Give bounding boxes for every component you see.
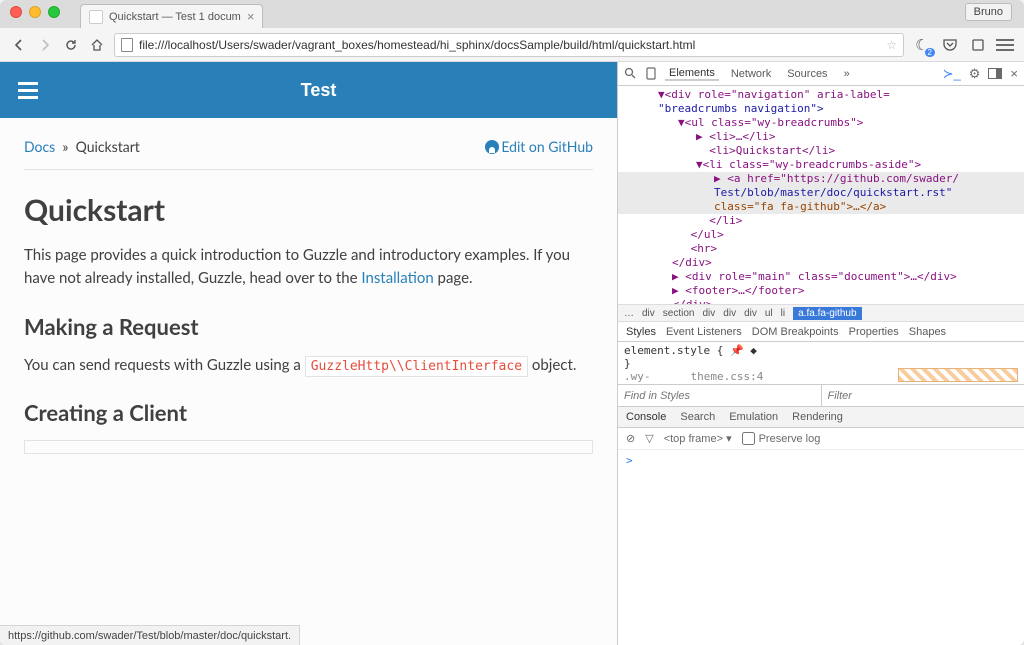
- forward-button[interactable]: [36, 36, 54, 54]
- device-mode-icon[interactable]: [645, 67, 657, 80]
- favicon-icon: [89, 10, 103, 24]
- url-text: file:///localhost/Users/swader/vagrant_b…: [139, 38, 695, 52]
- filter-funnel-icon[interactable]: ▽: [645, 432, 653, 445]
- devtools-close-icon[interactable]: ×: [1010, 66, 1018, 81]
- tab-title: Quickstart — Test 1 docum: [109, 11, 241, 23]
- drawer-tab-rendering[interactable]: Rendering: [792, 411, 843, 423]
- page-body: Docs » Quickstart Edit on GitHub Quickst…: [0, 118, 617, 645]
- drawer-tab-console[interactable]: Console: [626, 411, 666, 423]
- styles-filter-row: [618, 384, 1024, 406]
- intro-paragraph: This page provides a quick introduction …: [24, 244, 593, 291]
- close-window-button[interactable]: [10, 6, 22, 18]
- styles-pane[interactable]: element.style { 📌 ◆ } .wy-theme.css:4: [618, 342, 1024, 384]
- dom-breadcrumb-active[interactable]: a.fa.fa-github: [793, 307, 861, 320]
- chrome-menu-button[interactable]: [996, 39, 1014, 51]
- styles-tabstrip: Styles Event Listeners DOM Breakpoints P…: [618, 322, 1024, 342]
- styles-tab-shapes[interactable]: Shapes: [909, 326, 946, 338]
- breadcrumb-sep: »: [62, 138, 68, 155]
- dom-tree[interactable]: ▼<div role="navigation" aria-label= "bre…: [618, 86, 1024, 304]
- section-making-request: Making a Request: [24, 313, 593, 340]
- devtools-tab-network[interactable]: Network: [727, 68, 775, 80]
- styles-tab-styles[interactable]: Styles: [626, 326, 656, 338]
- breadcrumb-root-link[interactable]: Docs: [24, 138, 55, 155]
- toolbar: file:///localhost/Users/swader/vagrant_b…: [0, 28, 1024, 62]
- breadcrumb: Docs » Quickstart Edit on GitHub: [24, 138, 593, 170]
- breadcrumb-current: Quickstart: [76, 138, 140, 155]
- styles-tab-properties[interactable]: Properties: [849, 326, 899, 338]
- profile-chip[interactable]: Bruno: [965, 3, 1012, 21]
- section-creating-client: Creating a Client: [24, 399, 593, 426]
- devtools-toolbar: Elements Network Sources » ≻_ ⚙ ×: [618, 62, 1024, 86]
- drawer-tabstrip: Console Search Emulation Rendering: [618, 406, 1024, 428]
- home-button[interactable]: [88, 36, 106, 54]
- devtools-tab-overflow[interactable]: »: [840, 68, 854, 80]
- preserve-log-checkbox[interactable]: Preserve log: [742, 432, 821, 445]
- find-in-styles-input[interactable]: [618, 385, 822, 406]
- nav-toggle-button[interactable]: [18, 82, 38, 99]
- client-interface-code: GuzzleHttp\\ClientInterface: [305, 356, 528, 377]
- devtools-tab-sources[interactable]: Sources: [783, 68, 831, 80]
- drawer-tab-emulation[interactable]: Emulation: [729, 411, 778, 423]
- tab-close-button[interactable]: ×: [247, 10, 255, 23]
- address-bar[interactable]: file:///localhost/Users/swader/vagrant_b…: [114, 33, 904, 57]
- code-block-placeholder: [24, 440, 593, 454]
- bookmark-star-icon[interactable]: ☆: [886, 38, 897, 52]
- rendered-page: Test Docs » Quickstart Edit on GitHub Qu…: [0, 62, 617, 645]
- dock-side-icon[interactable]: [988, 68, 1002, 79]
- drawer-toggle-icon[interactable]: ≻_: [943, 66, 961, 82]
- minimize-window-button[interactable]: [29, 6, 41, 18]
- project-title: Test: [38, 80, 599, 101]
- content-area: Test Docs » Quickstart Edit on GitHub Qu…: [0, 62, 1024, 645]
- browser-tab-active[interactable]: Quickstart — Test 1 docum ×: [80, 4, 263, 28]
- tab-strip: Quickstart — Test 1 docum × Bruno: [0, 0, 1024, 28]
- styles-tab-dombp[interactable]: DOM Breakpoints: [752, 326, 839, 338]
- clear-console-icon[interactable]: ⊘: [626, 432, 635, 445]
- status-bar: https://github.com/swader/Test/blob/mast…: [0, 625, 300, 645]
- devtools-tab-elements[interactable]: Elements: [665, 67, 719, 81]
- extension-clip-icon[interactable]: [968, 35, 988, 55]
- page-h1: Quickstart: [24, 192, 593, 228]
- dom-selected-node[interactable]: ▶ <a href="https://github.com/swader/: [618, 172, 1024, 186]
- console-input[interactable]: >: [618, 450, 1024, 645]
- drawer-tab-search[interactable]: Search: [680, 411, 715, 423]
- zoom-window-button[interactable]: [48, 6, 60, 18]
- extension-pocket-icon[interactable]: [940, 35, 960, 55]
- file-icon: [121, 38, 133, 52]
- dom-breadcrumbs[interactable]: … div section div div div ul li a.fa.fa-…: [618, 304, 1024, 322]
- edit-on-github-link[interactable]: Edit on GitHub: [485, 138, 593, 155]
- window-controls: [10, 6, 60, 18]
- page-mobile-header: Test: [0, 62, 617, 118]
- reload-button[interactable]: [62, 36, 80, 54]
- box-model-margin: [898, 368, 1018, 382]
- extension-moon-icon[interactable]: ☾2: [912, 35, 932, 55]
- settings-gear-icon[interactable]: ⚙: [969, 66, 981, 82]
- github-icon: [485, 140, 499, 154]
- installation-link[interactable]: Installation: [361, 269, 433, 287]
- back-button[interactable]: [10, 36, 28, 54]
- styles-tab-listeners[interactable]: Event Listeners: [666, 326, 742, 338]
- console-toolbar: ⊘ ▽ <top frame> ▾ Preserve log: [618, 428, 1024, 450]
- frame-selector[interactable]: <top frame> ▾: [664, 432, 732, 445]
- devtools-panel: Elements Network Sources » ≻_ ⚙ × ▼<div …: [617, 62, 1024, 645]
- making-request-paragraph: You can send requests with Guzzle using …: [24, 354, 593, 377]
- browser-window: Quickstart — Test 1 docum × Bruno file:/…: [0, 0, 1024, 645]
- filter-styles-input[interactable]: [822, 385, 1024, 406]
- inspect-icon[interactable]: [624, 67, 637, 80]
